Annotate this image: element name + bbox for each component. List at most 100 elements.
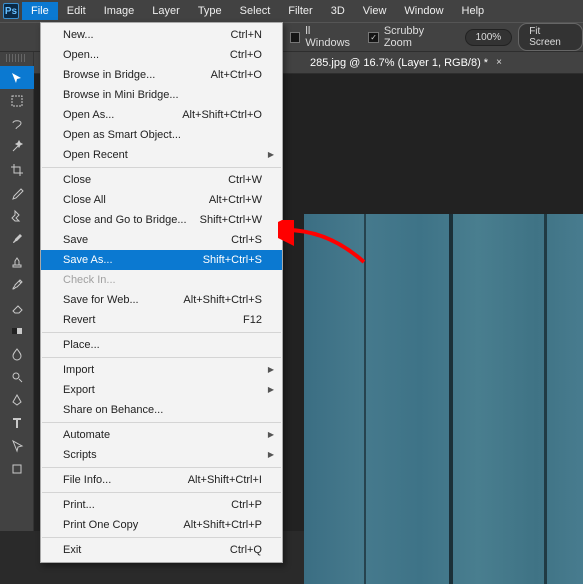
menu-item-save[interactable]: SaveCtrl+S — [41, 230, 282, 250]
option-label: ll Windows — [305, 25, 354, 49]
menu-select[interactable]: Select — [231, 2, 280, 20]
move-tool[interactable] — [0, 66, 34, 89]
clone-stamp-tool[interactable] — [0, 250, 34, 273]
menu-item-save-as[interactable]: Save As...Shift+Ctrl+S — [41, 250, 282, 270]
app-logo-text: Ps — [3, 3, 19, 19]
menu-3d[interactable]: 3D — [322, 2, 354, 20]
menu-item-label: Save — [63, 233, 88, 247]
menu-view[interactable]: View — [354, 2, 396, 20]
eraser-tool[interactable] — [0, 296, 34, 319]
menu-filter[interactable]: Filter — [279, 2, 321, 20]
document-tab[interactable]: 285.jpg @ 16.7% (Layer 1, RGB/8) * × — [300, 55, 512, 71]
crop-tool[interactable] — [0, 158, 34, 181]
path-selection-tool-icon — [10, 439, 24, 453]
pen-tool[interactable] — [0, 388, 34, 411]
menu-separator — [42, 467, 281, 468]
menu-type[interactable]: Type — [189, 2, 231, 20]
healing-brush-tool[interactable] — [0, 204, 34, 227]
move-tool-icon — [10, 71, 24, 85]
close-icon[interactable]: × — [496, 57, 502, 68]
menu-item-close[interactable]: CloseCtrl+W — [41, 170, 282, 190]
menu-item-export[interactable]: Export — [41, 380, 282, 400]
menu-item-shortcut: Alt+Shift+Ctrl+O — [182, 108, 262, 122]
menu-item-share-on-behance[interactable]: Share on Behance... — [41, 400, 282, 420]
option-scrubby-zoom[interactable]: ✓ Scrubby Zoom — [368, 25, 450, 49]
menu-item-label: Save As... — [63, 253, 113, 267]
menu-separator — [42, 422, 281, 423]
healing-brush-tool-icon — [10, 209, 24, 223]
menu-separator — [42, 492, 281, 493]
brush-tool[interactable] — [0, 227, 34, 250]
menu-bar: Ps File Edit Image Layer Type Select Fil… — [0, 0, 583, 22]
menu-layer[interactable]: Layer — [143, 2, 189, 20]
eyedropper-tool[interactable] — [0, 181, 34, 204]
menu-item-scripts[interactable]: Scripts — [41, 445, 282, 465]
menu-item-close-all[interactable]: Close AllAlt+Ctrl+W — [41, 190, 282, 210]
menu-item-automate[interactable]: Automate — [41, 425, 282, 445]
canvas-image[interactable] — [304, 214, 583, 584]
eyedropper-tool-icon — [10, 186, 24, 200]
magic-wand-tool[interactable] — [0, 135, 34, 158]
menu-item-save-for-web[interactable]: Save for Web...Alt+Shift+Ctrl+S — [41, 290, 282, 310]
eraser-tool-icon — [10, 301, 24, 315]
menu-item-label: Exit — [63, 543, 81, 557]
menu-edit[interactable]: Edit — [58, 2, 95, 20]
menu-item-open-as[interactable]: Open As...Alt+Shift+Ctrl+O — [41, 105, 282, 125]
path-selection-tool[interactable] — [0, 434, 34, 457]
menu-item-label: Print... — [63, 498, 95, 512]
menu-item-print[interactable]: Print...Ctrl+P — [41, 495, 282, 515]
menu-item-file-info[interactable]: File Info...Alt+Shift+Ctrl+I — [41, 470, 282, 490]
menu-item-browse-in-bridge[interactable]: Browse in Bridge...Alt+Ctrl+O — [41, 65, 282, 85]
history-brush-tool-icon — [10, 278, 24, 292]
menu-item-check-in: Check In... — [41, 270, 282, 290]
menu-item-shortcut: Ctrl+W — [228, 173, 262, 187]
brush-tool-icon — [10, 232, 24, 246]
crop-tool-icon — [10, 163, 24, 177]
menu-window[interactable]: Window — [395, 2, 452, 20]
option-all-windows[interactable]: ll Windows — [290, 25, 354, 49]
menu-item-shortcut: Alt+Shift+Ctrl+P — [183, 518, 262, 532]
menu-item-label: Save for Web... — [63, 293, 139, 307]
tool-panel — [0, 52, 34, 531]
menu-item-open-recent[interactable]: Open Recent — [41, 145, 282, 165]
menu-item-shortcut: Alt+Ctrl+W — [209, 193, 262, 207]
menu-item-exit[interactable]: ExitCtrl+Q — [41, 540, 282, 560]
lasso-tool[interactable] — [0, 112, 34, 135]
menu-item-revert[interactable]: RevertF12 — [41, 310, 282, 330]
history-brush-tool[interactable] — [0, 273, 34, 296]
menu-item-import[interactable]: Import — [41, 360, 282, 380]
menu-separator — [42, 537, 281, 538]
menu-image[interactable]: Image — [95, 2, 144, 20]
menu-item-shortcut: Ctrl+O — [230, 48, 262, 62]
file-menu-dropdown: New...Ctrl+NOpen...Ctrl+OBrowse in Bridg… — [40, 22, 283, 563]
blur-tool[interactable] — [0, 342, 34, 365]
menu-item-label: Automate — [63, 428, 110, 442]
menu-file[interactable]: File — [22, 2, 58, 20]
menu-separator — [42, 332, 281, 333]
rectangle-tool[interactable] — [0, 457, 34, 480]
menu-item-shortcut: Ctrl+N — [231, 28, 262, 42]
menu-item-label: Open Recent — [63, 148, 128, 162]
dodge-tool[interactable] — [0, 365, 34, 388]
menu-item-new[interactable]: New...Ctrl+N — [41, 25, 282, 45]
menu-item-close-and-go-to-bridge[interactable]: Close and Go to Bridge...Shift+Ctrl+W — [41, 210, 282, 230]
clone-stamp-tool-icon — [10, 255, 24, 269]
menu-item-browse-in-mini-bridge[interactable]: Browse in Mini Bridge... — [41, 85, 282, 105]
menu-item-open[interactable]: Open...Ctrl+O — [41, 45, 282, 65]
panel-grip-icon[interactable] — [6, 54, 27, 62]
menu-item-label: Export — [63, 383, 95, 397]
gradient-tool[interactable] — [0, 319, 34, 342]
menu-item-open-as-smart-object[interactable]: Open as Smart Object... — [41, 125, 282, 145]
menu-help[interactable]: Help — [453, 2, 494, 20]
rectangle-tool-icon — [10, 462, 24, 476]
menu-separator — [42, 357, 281, 358]
checkbox-icon — [290, 32, 300, 43]
menu-item-print-one-copy[interactable]: Print One CopyAlt+Shift+Ctrl+P — [41, 515, 282, 535]
type-tool[interactable] — [0, 411, 34, 434]
document-tab-title: 285.jpg @ 16.7% (Layer 1, RGB/8) * — [310, 57, 488, 69]
lasso-tool-icon — [10, 117, 24, 131]
marquee-tool[interactable] — [0, 89, 34, 112]
menu-item-place[interactable]: Place... — [41, 335, 282, 355]
fit-screen-button[interactable]: Fit Screen — [518, 23, 583, 51]
zoom-level-field[interactable]: 100% — [465, 29, 513, 46]
